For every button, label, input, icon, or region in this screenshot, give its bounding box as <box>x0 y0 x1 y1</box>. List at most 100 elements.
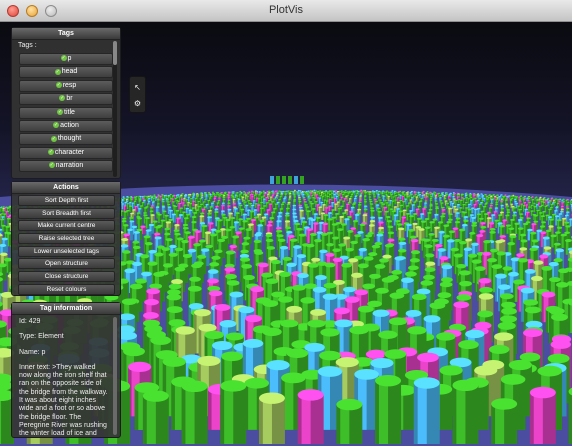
cylinder-mark <box>410 193 413 198</box>
checkmark-icon: ✓ <box>55 81 62 88</box>
cylinder-mark <box>394 199 398 205</box>
cylinder-mark <box>538 198 541 202</box>
tag-list: ✓ p ✓ head ✓ resp ✓ br ✓ title ✓ action ✓ thought ✓ cha… <box>19 53 113 174</box>
floating-tree-mark <box>282 176 286 184</box>
cylinder-mark <box>197 200 201 207</box>
tag-item-title[interactable]: ✓ title <box>19 106 113 119</box>
cylinder-mark <box>568 299 572 334</box>
tag-item-label: resp <box>62 81 77 89</box>
tag-item-p[interactable]: ✓ p <box>19 53 113 65</box>
toolbox: ↖ ⚙ <box>129 76 146 113</box>
checkmark-icon: ✓ <box>59 95 66 102</box>
sort-breadth-first-button[interactable]: Sort Breadth first <box>18 207 115 219</box>
cylinder-mark <box>260 201 264 208</box>
floating-tree-mark <box>294 176 298 184</box>
cylinder-mark <box>194 197 198 204</box>
tag-item-label: head <box>61 68 78 76</box>
cylinder-mark <box>533 206 537 213</box>
cursor-icon[interactable]: ↖ <box>132 82 143 93</box>
actions-panel-header: Actions <box>12 182 120 194</box>
cylinder-mark <box>253 194 257 200</box>
tags-panel-header: Tags <box>12 28 120 40</box>
tag-item-label: action <box>60 121 79 129</box>
cylinder-mark <box>328 198 332 204</box>
tags-panel: Tags Tags : ✓ p ✓ head ✓ resp ✓ br ✓ title ✓ action… <box>11 27 121 179</box>
cylinder-mark <box>0 207 3 212</box>
cylinder-mark <box>181 380 208 444</box>
cylinder-mark <box>542 198 545 202</box>
tag-item-br[interactable]: ✓ br <box>19 93 113 106</box>
cylinder-mark <box>459 199 463 207</box>
tag-item-label: br <box>66 95 73 103</box>
checkmark-icon: ✓ <box>53 122 60 129</box>
tag-item-resp[interactable]: ✓ resp <box>19 79 113 92</box>
tag-item-character[interactable]: ✓ character <box>19 146 113 159</box>
window-title: PlotVis <box>268 4 304 16</box>
cylinder-mark <box>452 379 479 444</box>
tag-item-head[interactable]: ✓ head <box>19 66 113 79</box>
floating-tree-mark <box>270 176 274 184</box>
tag-item-action[interactable]: ✓ action <box>19 119 113 132</box>
reset-colours-button[interactable]: Reset colours <box>18 283 115 295</box>
cylinder-mark <box>568 387 572 444</box>
cylinder-mark <box>498 196 501 201</box>
cylinder-mark <box>185 207 190 214</box>
tags-scrollbar[interactable] <box>113 41 117 177</box>
make-current-centre-button[interactable]: Make current centre <box>18 220 115 232</box>
tag-id: Id: 429 <box>19 318 41 325</box>
cylinder-mark <box>491 398 518 444</box>
cylinder-mark <box>123 197 126 202</box>
action-button-list: Sort Depth first Sort Breadth first Make c… <box>18 195 115 297</box>
cylinder-mark <box>253 209 258 216</box>
sort-depth-first-button[interactable]: Sort Depth first <box>18 195 115 206</box>
info-scrollbar-thumb[interactable] <box>113 317 117 435</box>
cylinder-mark <box>529 386 556 444</box>
cylinder-mark <box>165 195 168 199</box>
lower-unselected-tags-button[interactable]: Lower unselected tags <box>18 245 115 257</box>
cylinder-mark <box>131 202 135 209</box>
cylinder-mark <box>183 197 186 202</box>
cylinder-mark <box>525 204 529 209</box>
tag-item-label: title <box>64 108 75 116</box>
tag-inner-text: Inner text: >They walked now along the i… <box>19 363 108 436</box>
checkmark-icon: ✓ <box>48 162 55 169</box>
title-bar: PlotVis <box>0 0 572 22</box>
gear-icon[interactable]: ⚙ <box>132 98 143 109</box>
actions-panel: Actions Sort Depth first Sort Breadth fir… <box>11 181 121 296</box>
cylinder-mark <box>220 380 247 444</box>
tag-information-panel: Tag information Id: 429 Type: Element Na… <box>11 302 121 438</box>
cylinder-mark <box>528 201 531 207</box>
cylinder-mark <box>492 194 495 199</box>
cylinder-mark <box>328 205 332 211</box>
tag-item-label: p <box>67 55 72 62</box>
tag-item-thought[interactable]: ✓ thought <box>19 133 113 146</box>
cylinder-mark <box>462 198 466 204</box>
open-structure-button[interactable]: Open structure <box>18 258 115 270</box>
checkmark-icon: ✓ <box>54 68 61 75</box>
tag-information-header: Tag information <box>12 303 120 315</box>
cylinder-mark <box>533 202 536 207</box>
cylinder-mark <box>331 196 334 201</box>
raise-selected-tree-button[interactable]: Raise selected tree <box>18 233 115 245</box>
cylinder-mark <box>534 197 537 202</box>
tags-scrollbar-thumb[interactable] <box>113 41 117 65</box>
cylinder-mark <box>462 203 466 210</box>
tag-name: Name: p <box>19 348 46 356</box>
cylinder-mark <box>258 392 285 444</box>
cylinder-mark <box>328 193 332 199</box>
info-scrollbar[interactable] <box>113 317 117 435</box>
cylinder-mark <box>396 197 400 202</box>
cylinder-mark <box>336 398 363 444</box>
floating-tree-mark <box>288 176 292 184</box>
close-structure-button[interactable]: Close structure <box>18 271 115 283</box>
cylinder-mark <box>402 209 407 216</box>
tag-type: Type: Element <box>19 333 64 341</box>
cylinder-mark <box>413 377 440 444</box>
checkmark-icon: ✓ <box>60 55 67 62</box>
cylinder-mark <box>480 210 485 218</box>
cylinder-mark <box>260 196 264 202</box>
cylinder-mark <box>399 204 404 212</box>
cylinder-mark <box>544 200 548 205</box>
cylinder-mark <box>396 201 400 208</box>
tag-item-narration[interactable]: ✓ narration <box>19 160 113 173</box>
